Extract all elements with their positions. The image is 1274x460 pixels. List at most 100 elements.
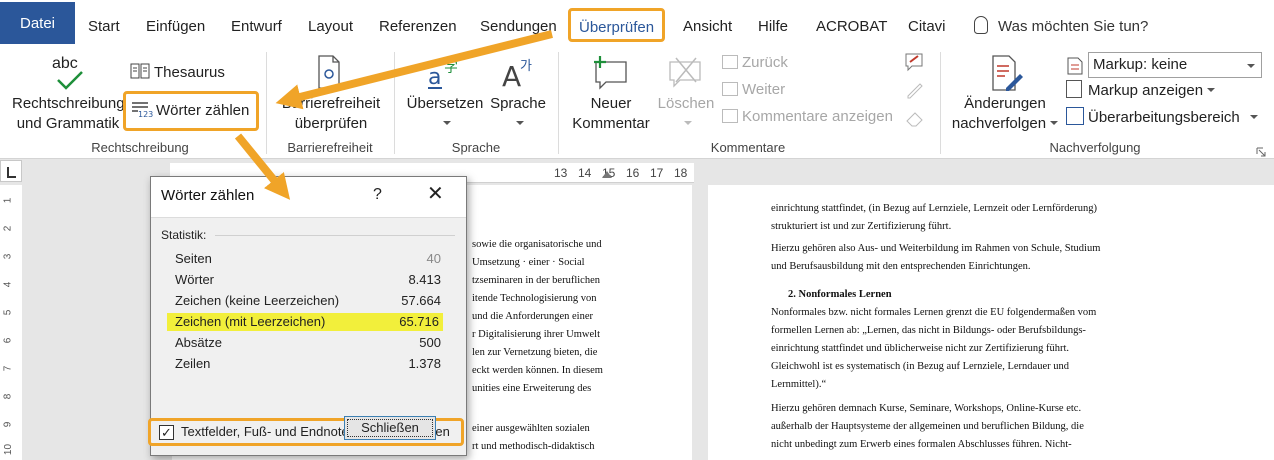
tab-referenzen[interactable]: Referenzen [369, 10, 467, 44]
language-label: Sprache [490, 95, 546, 112]
stat-value: 1.378 [408, 356, 441, 371]
tell-me-search[interactable]: Was möchten Sie tun? [974, 10, 1148, 44]
new-comment-label-2: Kommentar [572, 115, 650, 132]
close-icon[interactable]: ✕ [427, 184, 444, 204]
show-markup-button[interactable]: Markup anzeigen [1066, 80, 1216, 102]
text-line: len zur Vernetzung bieten, die [472, 347, 598, 358]
ruler-number: 13 [554, 166, 568, 180]
text-line: nicht unbedingt zum Erwerb eines formale… [771, 439, 1072, 450]
group-separator [558, 52, 559, 154]
text-line: sowie die organisatorische und [472, 239, 602, 250]
tab-datei[interactable]: Datei [0, 2, 75, 46]
next-comment-button[interactable]: Weiter [722, 79, 785, 101]
stat-value: 8.413 [408, 272, 441, 287]
show-markup-label: Markup anzeigen [1088, 82, 1204, 99]
tab-einfuegen[interactable]: Einfügen [136, 10, 215, 44]
track-changes-label-2: nachverfolgen [951, 115, 1047, 132]
vertical-ruler[interactable]: 1 2 3 4 5 6 7 8 9 10 [0, 185, 22, 460]
ruler-number: 2 [2, 225, 14, 232]
new-comment-label-1: Neuer [590, 95, 632, 112]
text-line: Nonformales bzw. nicht formales Lernen g… [771, 307, 1097, 318]
spelling-label-1: Rechtschreibung [12, 95, 125, 112]
ruler-number: 4 [2, 281, 14, 288]
translate-label: Übersetzen [406, 95, 484, 112]
new-comment-icon [568, 54, 654, 94]
translate-button[interactable]: a字 Übersetzen [404, 54, 486, 134]
include-footnotes-checkbox[interactable]: ✓ [159, 425, 174, 440]
track-changes-label-1: Änderungen [964, 95, 1046, 112]
ruler-indent-marker[interactable] [602, 171, 612, 178]
tab-start[interactable]: Start [78, 10, 130, 44]
stat-row-chars-no-spaces: Zeichen (keine Leerzeichen) 57.664 [175, 292, 441, 310]
text-line: Hierzu gehören demnach Kurse, Seminare, … [771, 403, 1082, 414]
text-line: einrichtung stattfindet, (in Bezug auf L… [771, 203, 1097, 214]
new-comment-button[interactable]: Neuer Kommentar [568, 54, 654, 134]
accessibility-check-button[interactable]: Barrierefreiheit überprüfen [276, 54, 386, 134]
tab-sendungen[interactable]: Sendungen [470, 10, 567, 44]
text-line: einer ausgewählten sozialen [472, 423, 590, 434]
delete-comment-button[interactable]: Löschen [656, 54, 716, 134]
stat-row-pages: Seiten 40 [175, 250, 441, 268]
tab-acrobat[interactable]: ACROBAT [806, 10, 897, 44]
text-line: Hierzu gehören also Aus- und Weiterbildu… [771, 243, 1101, 254]
tab-ueberpruefen[interactable]: Überprüfen [568, 8, 666, 42]
tab-citavi[interactable]: Citavi [898, 10, 956, 44]
ruler-number: 9 [2, 421, 14, 428]
group-label-sprache: Sprache [451, 140, 501, 155]
chevron-down-icon [1050, 121, 1059, 125]
stat-label: Seiten [175, 251, 212, 266]
stat-label: Zeilen [175, 356, 211, 371]
svg-text:A: A [502, 60, 521, 90]
stat-label: Zeichen (mit Leerzeichen) [175, 314, 326, 329]
ruler-number: 8 [2, 393, 14, 400]
stat-value: 65.716 [399, 314, 439, 329]
track-changes-icon [950, 54, 1060, 94]
language-button[interactable]: A가 Sprache [488, 54, 548, 134]
show-comments-button[interactable]: Kommentare anzeigen [722, 106, 893, 128]
delete-comment-icon [656, 54, 716, 94]
svg-text:a: a [428, 65, 441, 90]
tab-entwurf[interactable]: Entwurf [221, 10, 292, 44]
review-pane-button[interactable]: Überarbeitungsbereich [1066, 107, 1258, 129]
tell-me-label: Was möchten Sie tun? [998, 18, 1149, 35]
help-button[interactable]: ? [373, 186, 382, 204]
ruler-number: 16 [626, 166, 640, 180]
close-button[interactable]: Schließen [344, 416, 436, 440]
stat-value: 40 [426, 251, 441, 266]
word-count-button[interactable]: 123 Wörter zählen [131, 100, 249, 122]
ruler-tab-selector[interactable] [0, 160, 22, 182]
stat-row-words: Wörter 8.413 [175, 271, 441, 289]
ruler-number: 18 [674, 166, 688, 180]
translate-icon: a字 [404, 54, 486, 94]
ink-comment-icon[interactable] [904, 52, 926, 77]
thesaurus-button[interactable]: Thesaurus [130, 62, 225, 84]
tab-hilfe[interactable]: Hilfe [748, 10, 798, 44]
document-page-right[interactable]: einrichtung stattfindet, (in Bezug auf L… [708, 185, 1274, 460]
svg-text:字: 字 [444, 60, 458, 76]
thesaurus-label: Thesaurus [154, 64, 225, 81]
word-count-dialog: Wörter zählen ? ✕ Statistik: Seiten 40 W… [148, 176, 467, 456]
dialog-launcher-icon[interactable] [1256, 144, 1266, 162]
track-changes-button[interactable]: Änderungen nachverfolgen [950, 54, 1060, 134]
text-line: und die Anforderungen einer [472, 311, 594, 322]
review-pane-label: Überarbeitungsbereich [1088, 109, 1240, 126]
eraser-icon[interactable] [904, 108, 926, 133]
ribbon-ueberpruefen: abc Rechtschreibung und Grammatik Thesau… [0, 44, 1274, 159]
spelling-check-icon: abc [12, 54, 124, 94]
pen-icon[interactable] [904, 80, 926, 105]
previous-comment-button[interactable]: Zurück [722, 52, 788, 74]
chevron-down-icon [516, 121, 524, 125]
chevron-down-icon [684, 121, 692, 125]
next-comment-icon [722, 82, 738, 96]
stat-row-paragraphs: Absätze 500 [175, 334, 441, 352]
text-line: unities eine Erweiterung des [472, 383, 592, 394]
spelling-grammar-button[interactable]: abc Rechtschreibung und Grammatik [12, 54, 125, 134]
ruler-number: 17 [650, 166, 664, 180]
word-count-label: Wörter zählen [156, 102, 250, 119]
statistics-heading: Statistik: [161, 228, 207, 242]
previous-comment-label: Zurück [742, 54, 788, 71]
tab-layout[interactable]: Layout [298, 10, 363, 44]
markup-select[interactable]: Markup: keine [1088, 52, 1262, 78]
tab-ansicht[interactable]: Ansicht [673, 10, 742, 44]
chevron-down-icon [1207, 88, 1216, 92]
